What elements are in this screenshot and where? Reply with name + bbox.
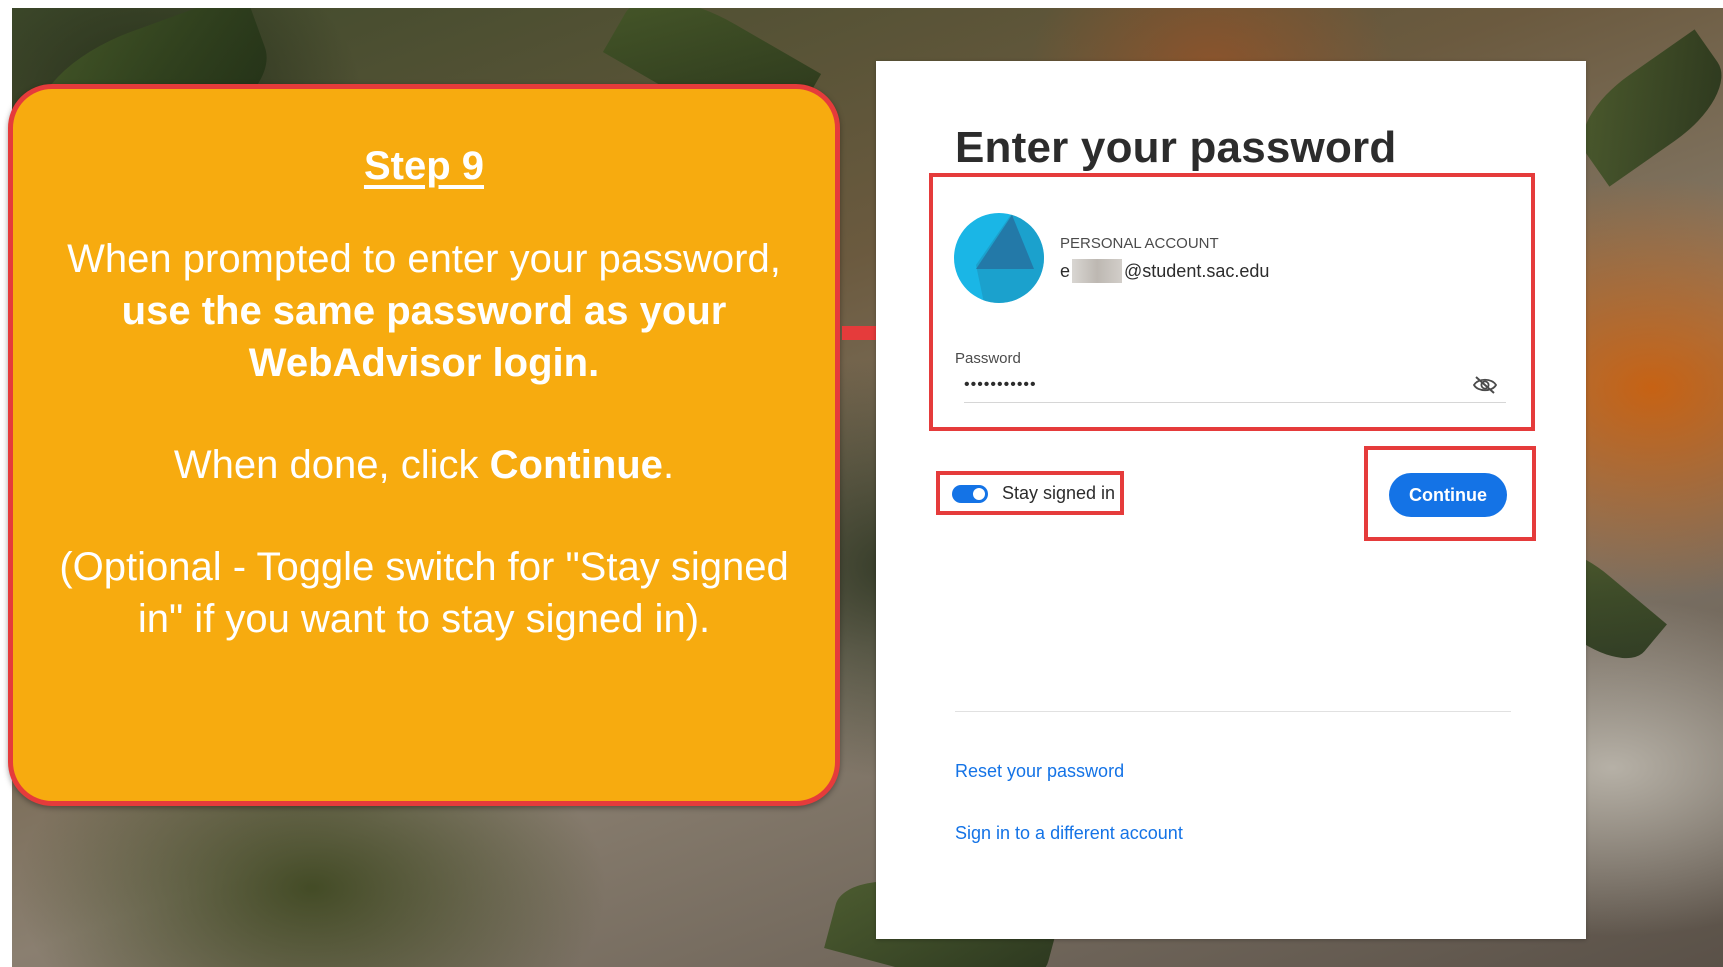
instruction-paragraph-password: When prompted to enter your password, us…: [67, 237, 781, 385]
different-account-link[interactable]: Sign in to a different account: [955, 823, 1183, 844]
divider: [955, 711, 1511, 712]
step-heading: Step 9: [363, 144, 485, 188]
account-highlight-box: [929, 173, 1535, 431]
page-title: Enter your password: [955, 123, 1397, 172]
instruction-callout: Step 9 When prompted to enter your passw…: [8, 84, 840, 806]
sign-in-card: Enter your password PERSONAL ACCOUNT e @…: [876, 61, 1586, 939]
leaf-decoration: [1563, 29, 1723, 187]
toggle-highlight-box: [936, 471, 1124, 515]
continue-highlight-box: [1364, 446, 1536, 541]
reset-password-link[interactable]: Reset your password: [955, 761, 1124, 782]
instruction-paragraph-optional: (Optional - Toggle switch for "Stay sign…: [59, 545, 789, 641]
instruction-paragraph-continue: When done, click Continue.: [173, 443, 675, 487]
